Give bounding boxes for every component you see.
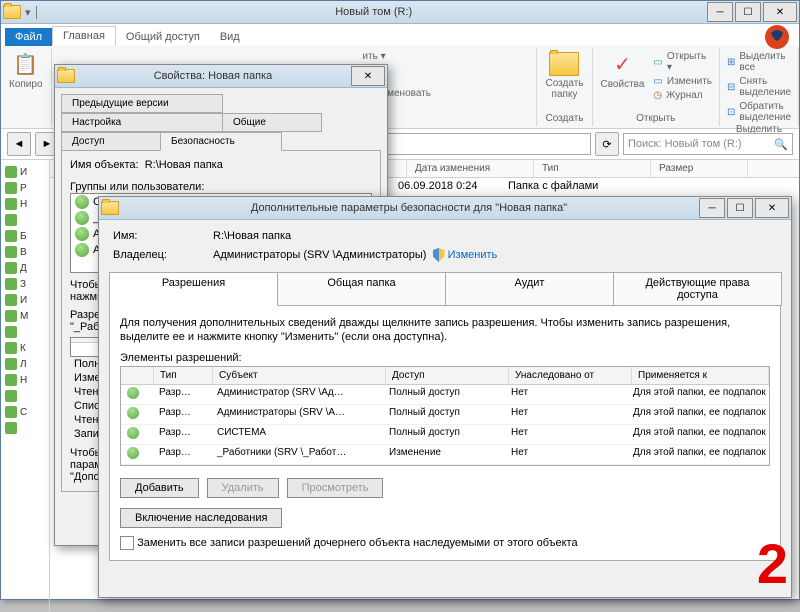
table-row[interactable]: Разр…Администратор (SRV \Ад…Полный досту… xyxy=(121,385,769,405)
tab-sharing[interactable]: Доступ xyxy=(61,132,161,151)
tab-view[interactable]: Вид xyxy=(210,28,250,46)
tab-customize[interactable]: Настройка xyxy=(61,113,223,132)
sidebar-item[interactable]: Л xyxy=(3,356,47,372)
ribbon-tabs: Файл Главная Общий доступ Вид xyxy=(1,24,799,46)
permissions-table[interactable]: Тип Субъект Доступ Унаследовано от Приме… xyxy=(120,366,770,466)
group-label: Открыть xyxy=(636,113,675,124)
col-access[interactable]: Доступ xyxy=(386,367,509,384)
sidebar-item[interactable] xyxy=(3,388,47,404)
tab-security[interactable]: Безопасность xyxy=(160,132,282,151)
shield-icon xyxy=(433,248,445,262)
col-date[interactable]: Дата изменения xyxy=(407,160,534,177)
owner-label: Владелец: xyxy=(113,249,213,261)
groups-label: Группы или пользователи: xyxy=(70,181,372,193)
into-button[interactable]: ить ▾ xyxy=(362,50,387,63)
explorer-titlebar[interactable]: ▾ │ Новый том (R:) ─ ☐ ✕ xyxy=(1,1,799,24)
properties-button[interactable]: ✓Свойства xyxy=(599,50,647,92)
sidebar-item[interactable]: З xyxy=(3,276,47,292)
tab-permissions[interactable]: Разрешения xyxy=(109,272,278,306)
table-row[interactable]: Разр…_Работники (SRV \_Работ…ИзменениеНе… xyxy=(121,445,769,465)
search-input[interactable]: Поиск: Новый том (R:)🔍 xyxy=(623,133,793,155)
tab-effective[interactable]: Действующие права доступа xyxy=(613,272,782,306)
table-row[interactable]: Разр…СИСТЕМАПолный доступНетДля этой пап… xyxy=(121,425,769,445)
tab-home[interactable]: Главная xyxy=(52,26,116,46)
folder-icon xyxy=(3,5,21,19)
tab-general[interactable]: Общие xyxy=(222,113,322,132)
enable-inheritance-button[interactable]: Включение наследования xyxy=(120,508,282,528)
tab-prev-versions[interactable]: Предыдущие версии xyxy=(61,94,223,113)
sidebar-item[interactable] xyxy=(3,324,47,340)
adv-titlebar[interactable]: Дополнительные параметры безопасности дл… xyxy=(99,197,791,220)
replace-label: Заменить все записи разрешений дочернего… xyxy=(137,537,578,549)
sidebar-item[interactable]: Д xyxy=(3,260,47,276)
col-subject[interactable]: Субъект xyxy=(213,367,386,384)
col-inherited[interactable]: Унаследовано от xyxy=(509,367,632,384)
sidebar-item[interactable]: В xyxy=(3,244,47,260)
close-button[interactable]: ✕ xyxy=(351,66,385,86)
edit-button[interactable]: ▭Изменить xyxy=(652,75,713,88)
advanced-security-dialog: Дополнительные параметры безопасности дл… xyxy=(98,196,792,598)
select-none-button[interactable]: ⊟Снять выделение xyxy=(726,75,792,99)
search-icon: 🔍 xyxy=(774,138,788,151)
folder-icon xyxy=(57,69,75,83)
dialog-title: Дополнительные параметры безопасности дл… xyxy=(119,202,699,214)
sidebar-item[interactable]: Н xyxy=(3,372,47,388)
view-button[interactable]: Просмотреть xyxy=(287,478,384,498)
close-button[interactable]: ✕ xyxy=(763,2,797,22)
name-label: Имя: xyxy=(113,230,213,242)
folder-icon xyxy=(101,201,119,215)
col-size[interactable]: Размер xyxy=(651,160,748,177)
tab-audit[interactable]: Аудит xyxy=(445,272,614,306)
minimize-button[interactable]: ─ xyxy=(699,198,725,218)
group-label: Создать xyxy=(545,113,583,124)
open-button[interactable]: ▭Открыть ▾ xyxy=(652,50,713,74)
invert-selection-button[interactable]: ⊡Обратить выделение xyxy=(726,100,792,124)
sidebar-item[interactable]: Н xyxy=(3,196,47,212)
new-folder-button[interactable]: Создать папку xyxy=(543,50,585,102)
tab-share[interactable]: Общий доступ xyxy=(116,28,210,46)
sidebar-item[interactable]: И xyxy=(3,292,47,308)
col-type[interactable]: Тип xyxy=(154,367,213,384)
nav-pane[interactable]: ИРНБВДЗИМКЛНС xyxy=(1,160,50,612)
add-button[interactable]: Добавить xyxy=(120,478,199,498)
sidebar-item[interactable]: И xyxy=(3,164,47,180)
delete-button[interactable]: Удалить xyxy=(207,478,279,498)
sidebar-item[interactable]: М xyxy=(3,308,47,324)
sidebar-item[interactable]: К xyxy=(3,340,47,356)
sidebar-item[interactable] xyxy=(3,212,47,228)
app-logo-icon xyxy=(763,23,791,51)
elements-label: Элементы разрешений: xyxy=(120,352,770,364)
replace-checkbox[interactable] xyxy=(120,536,134,550)
minimize-button[interactable]: ─ xyxy=(707,2,733,22)
copy-button[interactable]: 📋Копиро xyxy=(7,50,45,92)
col-type[interactable]: Тип xyxy=(534,160,651,177)
tab-share[interactable]: Общая папка xyxy=(277,272,446,306)
dialog-title: Свойства: Новая папка xyxy=(75,70,351,82)
select-all-button[interactable]: ⊞Выделить все xyxy=(726,50,792,74)
maximize-button[interactable]: ☐ xyxy=(727,198,753,218)
owner-value: Администраторы (SRV \Администраторы) xyxy=(213,249,426,261)
sidebar-item[interactable]: Р xyxy=(3,180,47,196)
refresh-button[interactable]: ⟳ xyxy=(595,132,619,156)
hint-text: Для получения дополнительных сведений дв… xyxy=(120,316,770,344)
table-row[interactable]: Разр…Администраторы (SRV \А…Полный досту… xyxy=(121,405,769,425)
object-name-value: R:\Новая папка xyxy=(145,159,223,171)
sidebar-item[interactable]: С xyxy=(3,404,47,420)
col-applies[interactable]: Применяется к xyxy=(632,367,769,384)
close-button[interactable]: ✕ xyxy=(755,198,789,218)
tab-file[interactable]: Файл xyxy=(5,28,52,46)
object-name-label: Имя объекта: xyxy=(70,159,139,171)
back-button[interactable]: ◄ xyxy=(7,132,31,156)
sidebar-item[interactable] xyxy=(3,420,47,436)
maximize-button[interactable]: ☐ xyxy=(735,2,761,22)
props-titlebar[interactable]: Свойства: Новая папка ✕ xyxy=(55,65,387,88)
window-title: Новый том (R:) xyxy=(40,6,707,18)
sidebar-item[interactable]: Б xyxy=(3,228,47,244)
step-marker: 2 xyxy=(757,531,788,596)
history-button[interactable]: ◷Журнал xyxy=(652,89,713,102)
change-owner-link[interactable]: Изменить xyxy=(448,249,498,261)
name-value: R:\Новая папка xyxy=(213,230,291,242)
